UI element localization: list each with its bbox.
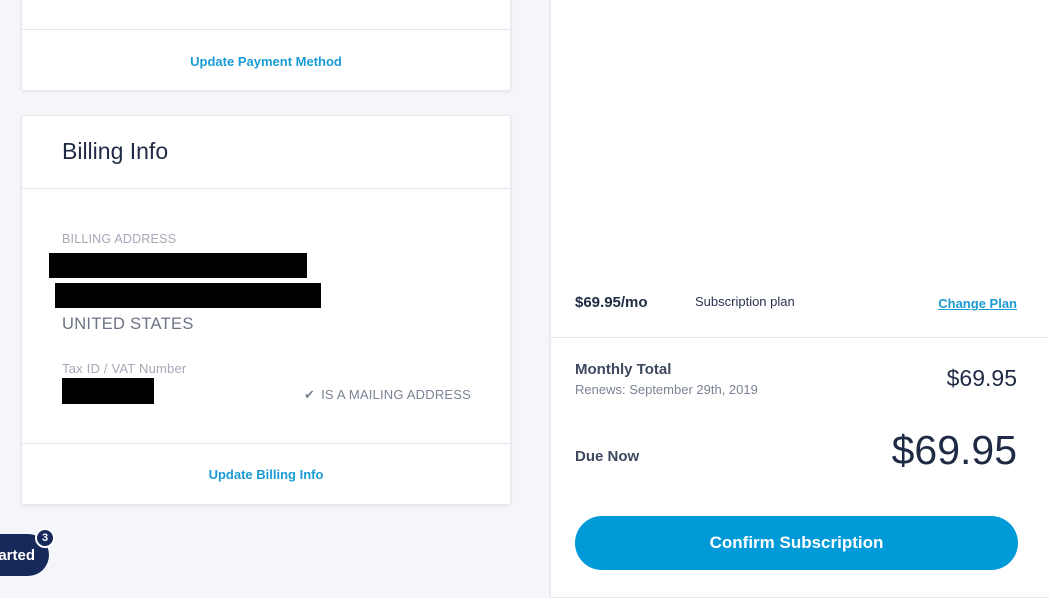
change-plan-link[interactable]: Change Plan: [938, 296, 1017, 311]
monthly-total-amount: $69.95: [946, 365, 1017, 391]
update-payment-method-link[interactable]: Update Payment Method: [22, 54, 510, 69]
due-now-amount: $69.95: [891, 427, 1017, 473]
mailing-address-indicator: ✔ IS A MAILING ADDRESS: [304, 387, 471, 403]
get-started-label: Get Started: [0, 546, 35, 564]
confirm-subscription-button[interactable]: Confirm Subscription: [575, 516, 1018, 570]
divider: [22, 188, 510, 189]
billing-country: UNITED STATES: [62, 315, 194, 333]
divider: [22, 29, 510, 30]
billing-info-card: Billing Info BILLING ADDRESS UNITED STAT…: [21, 115, 511, 505]
redacted-address-line-2: [55, 283, 321, 308]
payment-method-card: Update Payment Method: [21, 0, 511, 91]
tax-id-label: Tax ID / VAT Number: [62, 361, 187, 376]
redacted-address-line-1: [49, 253, 307, 278]
billing-address-label: BILLING ADDRESS: [62, 232, 177, 246]
checkmark-icon: ✔: [304, 387, 316, 402]
plan-label: Subscription plan: [695, 294, 795, 309]
order-summary-card: $69.95/mo Subscription plan Change Plan …: [550, 0, 1049, 598]
due-now-label: Due Now: [575, 448, 640, 465]
mailing-address-label: IS A MAILING ADDRESS: [321, 387, 472, 402]
plan-price: $69.95/mo: [575, 294, 648, 311]
update-billing-info-link[interactable]: Update Billing Info: [22, 467, 510, 482]
monthly-total-label: Monthly Total: [575, 361, 672, 378]
redacted-tax-id: [62, 378, 154, 404]
renewal-date: Renews: September 29th, 2019: [575, 382, 758, 397]
billing-info-title: Billing Info: [62, 138, 169, 164]
notification-badge: 3: [35, 528, 55, 548]
divider: [551, 337, 1049, 338]
divider: [22, 443, 510, 444]
